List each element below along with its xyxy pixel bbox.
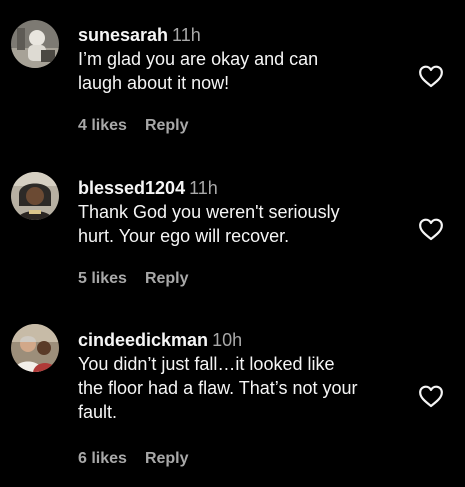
comment-text: Thank God you weren't seriously hurt. Yo… (78, 200, 413, 248)
comment-text-line: I’m glad you are okay and can (78, 49, 319, 69)
reply-button[interactable]: Reply (145, 270, 189, 287)
comment-text: You didn’t just fall…it looked like the … (78, 352, 413, 424)
comment-text-line: hurt. Your ego will recover. (78, 226, 290, 246)
likes-count-button[interactable]: 6 likes (78, 450, 127, 467)
likes-count-button[interactable]: 4 likes (78, 117, 127, 134)
like-button[interactable] (418, 64, 444, 88)
avatar[interactable] (11, 324, 59, 372)
comment-text-line: laugh about it now! (78, 73, 230, 93)
comment-text-line: fault. (78, 402, 118, 422)
heart-outline-icon (419, 385, 443, 408)
comment-text-line: Thank God you weren't seriously (78, 202, 340, 222)
comment-text-line: the floor had a flaw. That’s not your (78, 378, 358, 398)
avatar[interactable] (11, 20, 59, 68)
comment-timestamp: 11h (189, 178, 218, 198)
heart-outline-icon (419, 65, 443, 88)
comment-timestamp: 11h (172, 25, 201, 45)
comment-username[interactable]: sunesarah (78, 25, 168, 45)
avatar[interactable] (11, 172, 59, 220)
reply-button[interactable]: Reply (145, 450, 189, 467)
heart-outline-icon (419, 218, 443, 241)
like-button[interactable] (418, 384, 444, 408)
comment-username[interactable]: blessed1204 (78, 178, 185, 198)
comment-timestamp: 10h (212, 330, 243, 350)
comment-text: I’m glad you are okay and can laugh abou… (78, 47, 413, 95)
comment-username[interactable]: cindeedickman (78, 330, 208, 350)
like-button[interactable] (418, 217, 444, 241)
comment-text-line: You didn’t just fall…it looked like (78, 354, 335, 374)
reply-button[interactable]: Reply (145, 117, 189, 134)
likes-count-button[interactable]: 5 likes (78, 270, 127, 287)
